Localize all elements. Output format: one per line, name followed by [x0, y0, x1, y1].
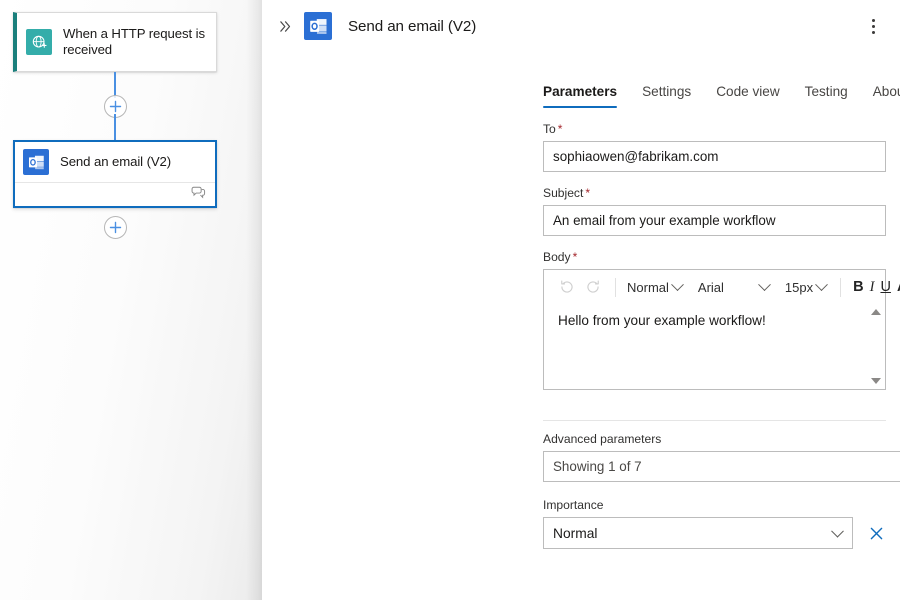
field-subject: Subject* — [543, 186, 886, 236]
required-marker: * — [558, 122, 563, 136]
workflow-node-http-trigger[interactable]: When a HTTP request is received — [13, 12, 217, 72]
tab-parameters[interactable]: Parameters — [543, 84, 631, 108]
plus-icon — [109, 100, 122, 113]
outlook-icon — [23, 149, 49, 175]
chevron-down-icon — [815, 278, 828, 291]
comment-link-icon[interactable] — [191, 185, 206, 204]
node-content: When a HTTP request is received — [17, 13, 216, 71]
field-label-subject: Subject* — [543, 186, 886, 201]
add-step-button-2[interactable] — [104, 216, 127, 239]
undo-icon[interactable] — [554, 274, 580, 300]
node-footer — [15, 183, 215, 206]
field-advanced-parameters: Advanced parameters Showing 1 of 7 Show … — [543, 432, 886, 482]
scroll-down-arrow-icon[interactable] — [871, 378, 881, 384]
tab-bar: Parameters Settings Code view Testing Ab… — [262, 68, 900, 108]
underline-button[interactable]: U — [880, 274, 890, 300]
field-body: Body* — [543, 250, 886, 390]
field-label-advanced: Advanced parameters — [543, 432, 886, 447]
chevron-down-icon — [831, 525, 844, 538]
toolbar-divider — [615, 278, 616, 297]
font-size-select[interactable]: 15px — [783, 274, 828, 300]
more-vertical-icon[interactable] — [860, 12, 886, 40]
field-label-importance: Importance — [543, 498, 886, 513]
logic-app-designer: When a HTTP request is received — [0, 0, 900, 600]
remove-importance-button[interactable] — [866, 523, 886, 543]
advanced-parameters-value: Showing 1 of 7 — [553, 459, 642, 474]
paragraph-style-value: Normal — [627, 280, 669, 295]
body-editor-area[interactable]: Hello from your example workflow! — [544, 304, 885, 389]
connector-line-2 — [114, 114, 116, 140]
chevron-down-icon — [671, 278, 684, 291]
http-request-icon — [26, 29, 52, 55]
subject-input[interactable] — [543, 205, 886, 236]
field-importance: Importance Normal — [543, 498, 886, 549]
tab-code-view[interactable]: Code view — [716, 84, 793, 108]
section-divider — [543, 420, 886, 421]
body-text: Hello from your example workflow! — [558, 311, 863, 330]
field-label-body: Body* — [543, 250, 886, 265]
node-header: Send an email (V2) — [15, 142, 215, 183]
page-title: Send an email (V2) — [348, 18, 860, 35]
importance-value: Normal — [553, 526, 597, 541]
rich-text-editor: Normal Arial 15px B I — [543, 269, 886, 390]
tab-testing[interactable]: Testing — [805, 84, 862, 108]
body-scrollbar[interactable] — [869, 306, 883, 387]
plus-icon — [109, 221, 122, 234]
importance-row: Normal — [543, 517, 886, 549]
workflow-canvas: When a HTTP request is received — [0, 0, 262, 600]
editor-toolbar: Normal Arial 15px B I — [544, 270, 885, 304]
font-family-select[interactable]: Arial — [696, 274, 771, 300]
action-details-panel: Send an email (V2) Parameters Settings C… — [262, 0, 900, 600]
dots — [872, 19, 875, 34]
tab-settings[interactable]: Settings — [642, 84, 705, 108]
font-size-value: 15px — [785, 280, 813, 295]
panel-header: Send an email (V2) — [262, 0, 900, 52]
required-marker: * — [573, 250, 578, 264]
label-text: Body — [543, 250, 571, 264]
workflow-node-send-email[interactable]: Send an email (V2) — [13, 140, 217, 208]
paragraph-style-select[interactable]: Normal — [625, 274, 684, 300]
node-title: Send an email (V2) — [60, 154, 171, 170]
font-family-value: Arial — [698, 280, 724, 295]
to-input[interactable] — [543, 141, 886, 172]
field-label-to: To* — [543, 122, 886, 137]
node-title: When a HTTP request is received — [63, 26, 206, 58]
redo-icon[interactable] — [580, 274, 606, 300]
double-chevron-right-icon[interactable] — [274, 15, 296, 37]
importance-select[interactable]: Normal — [543, 517, 853, 549]
italic-button[interactable]: I — [870, 274, 875, 300]
label-text: To — [543, 122, 556, 136]
scroll-up-arrow-icon[interactable] — [871, 309, 881, 315]
required-marker: * — [585, 186, 590, 200]
advanced-parameters-row: Showing 1 of 7 Show all Clear all — [543, 451, 886, 482]
tab-about[interactable]: About — [873, 84, 900, 108]
outlook-icon — [304, 12, 332, 40]
bold-button[interactable]: B — [853, 274, 863, 300]
advanced-parameters-select[interactable]: Showing 1 of 7 — [543, 451, 900, 482]
field-to: To* — [543, 122, 886, 172]
label-text: Subject — [543, 186, 583, 200]
parameters-form: To* Subject* Body* — [262, 122, 900, 549]
chevron-down-icon — [758, 278, 771, 291]
toolbar-divider — [840, 278, 841, 297]
